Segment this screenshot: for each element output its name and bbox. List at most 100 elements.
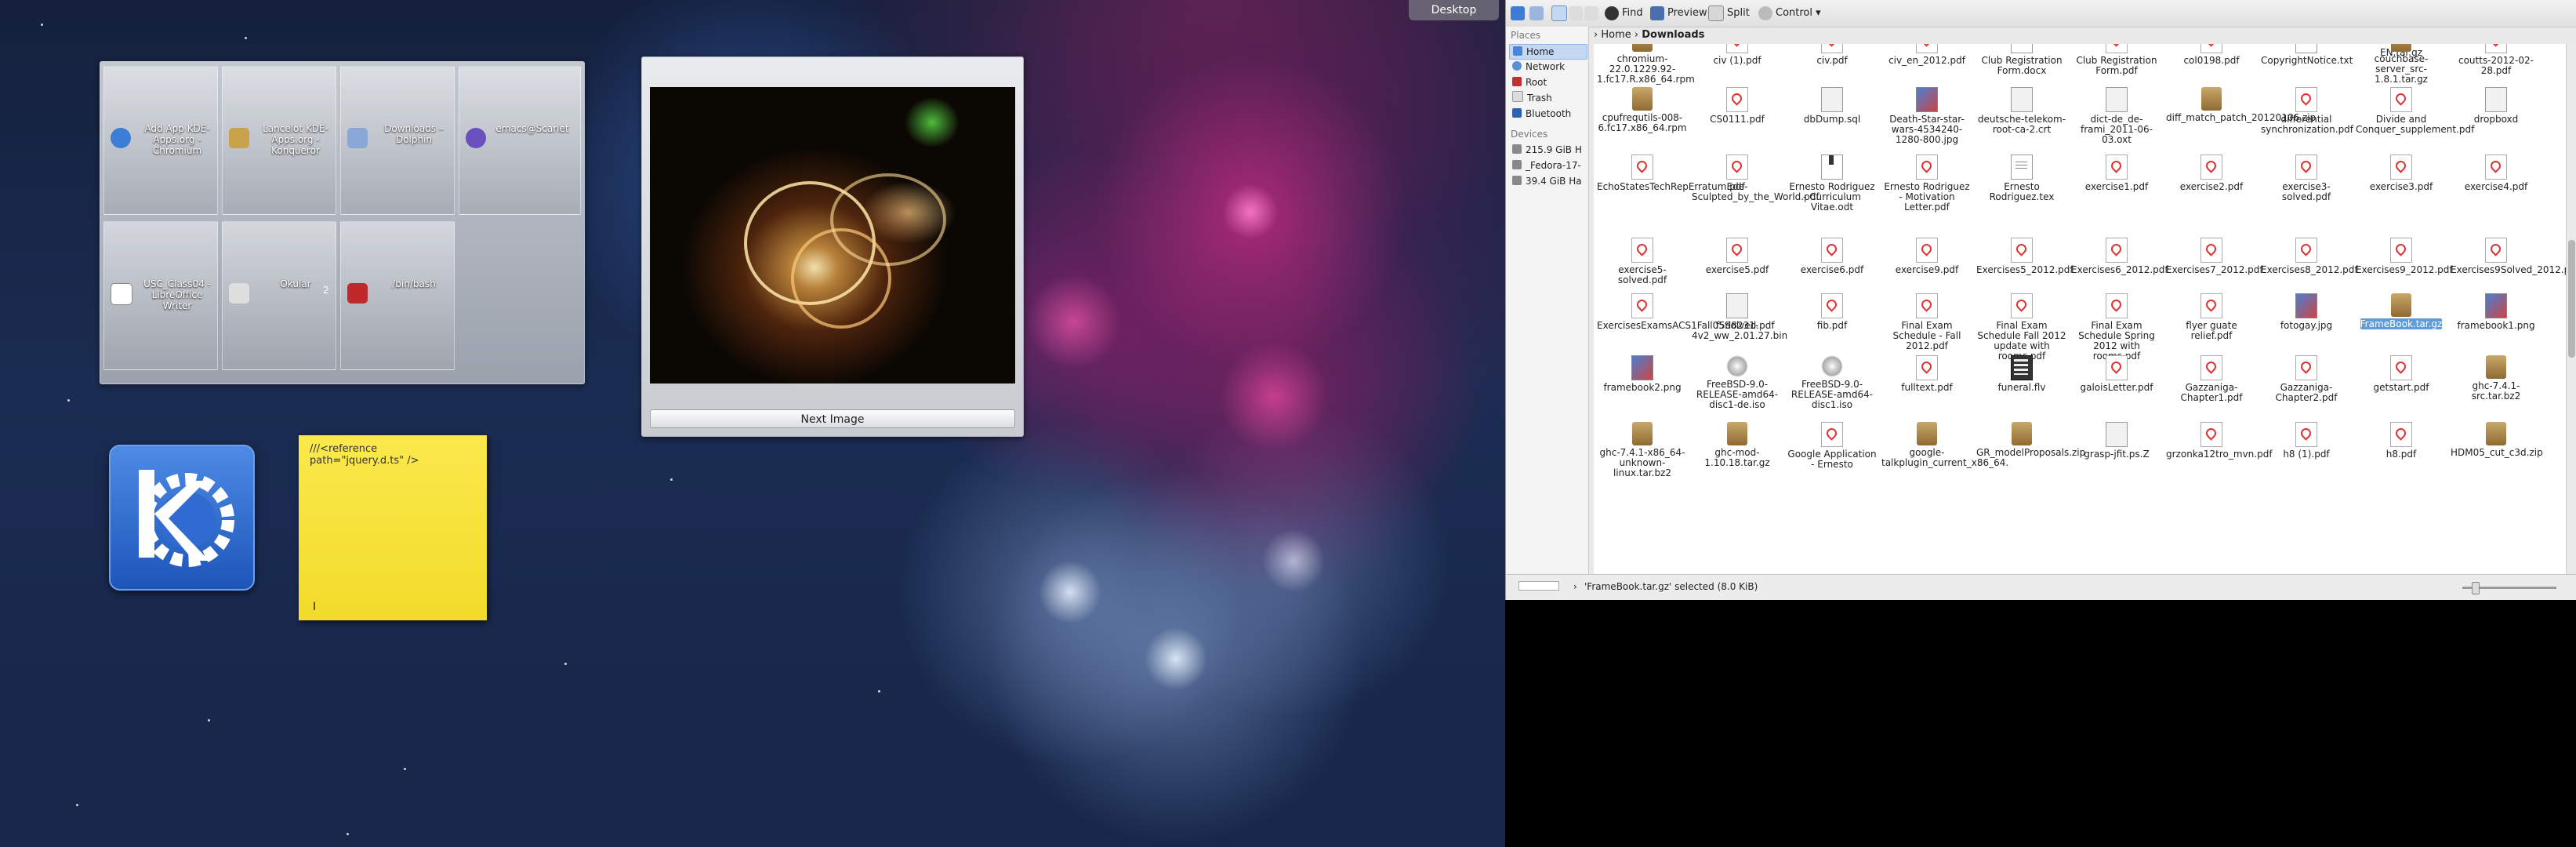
file-item[interactable]: Ernesto Rodriguez - Motivation Letter.pd… <box>1881 154 1972 213</box>
file-item[interactable]: exercise9.pdf <box>1881 238 1972 275</box>
file-item[interactable]: civ (1).pdf <box>1692 44 1783 66</box>
folder-item-emacs[interactable]: emacs@Scarlet <box>459 66 581 215</box>
file-item[interactable]: getstart.pdf <box>2356 355 2447 393</box>
file-item[interactable]: h8.pdf <box>2356 422 2447 460</box>
file-item[interactable]: GR_modelProposals.zip <box>1976 422 2085 458</box>
file-item[interactable]: FreeBSD-9.0-RELEASE-amd64-disc1-de.iso <box>1692 355 1783 410</box>
scrollbar-thumb[interactable] <box>2568 240 2575 358</box>
file-item[interactable]: framebook1.png <box>2451 293 2542 331</box>
forward-button[interactable] <box>1529 5 1547 22</box>
icons-view-button[interactable] <box>1551 5 1570 22</box>
file-item[interactable]: ghc-7.4.1-x86_64-unknown-linux.tar.bz2 <box>1597 422 1688 478</box>
file-item[interactable]: flyer guate relief.pdf <box>2166 293 2257 341</box>
file-item[interactable]: Death-Star-star-wars-4534240-1280-800.jp… <box>1881 87 1972 145</box>
file-item[interactable]: funeral.flv <box>1976 355 2067 393</box>
file-item[interactable]: dict-de_de-frami_2011-06-03.oxt <box>2071 87 2162 145</box>
file-item[interactable]: FrameBook.tar.gz <box>2356 293 2447 329</box>
device-item[interactable]: 39.4 GiB Ha <box>1509 174 1586 188</box>
folder-item-okular[interactable]: Okular 2 <box>222 221 336 370</box>
file-item[interactable]: Exercises5_2012.pdf <box>1976 238 2073 275</box>
file-item[interactable]: Gazzaniga-Chapter1.pdf <box>2166 355 2257 403</box>
file-item[interactable]: Ernesto Rodriguez.tex <box>1976 154 2067 202</box>
file-item[interactable]: Final Exam Schedule Fall 2012 update wit… <box>1976 293 2067 362</box>
file-item[interactable]: dropboxd <box>2451 87 2542 125</box>
file-item[interactable]: exercise1.pdf <box>2071 154 2162 192</box>
kde-logo[interactable] <box>109 445 255 591</box>
file-item[interactable]: CopyrightNotice.txt <box>2261 44 2353 66</box>
file-item[interactable]: exercise4.pdf <box>2451 154 2542 192</box>
file-item[interactable]: FreeBSD-9.0-RELEASE-amd64-disc1.iso <box>1787 355 1878 410</box>
file-item[interactable]: ghc-mod-1.10.18.tar.gz <box>1692 422 1783 468</box>
file-item[interactable]: HDM05_cut_c3d.zip <box>2451 422 2543 458</box>
places-item-root[interactable]: Root <box>1509 75 1586 89</box>
file-item[interactable]: ghc-7.4.1-src.tar.bz2 <box>2451 355 2542 402</box>
file-item[interactable]: couchbase-server_src-1.8.1.tar.gz <box>2356 44 2447 85</box>
breadcrumb-current[interactable]: Downloads <box>1642 29 1704 41</box>
file-item[interactable]: exercise3-solved.pdf <box>2261 154 2352 202</box>
file-item[interactable]: Exercises6_2012.pdf <box>2071 238 2168 275</box>
file-item[interactable]: Club Registration Form.pdf <box>2071 44 2162 76</box>
file-item[interactable]: CS0111.pdf <box>1692 87 1783 125</box>
file-item[interactable]: Exercises7_2012.pdf <box>2166 238 2263 275</box>
preview-button[interactable]: Preview <box>1650 5 1707 22</box>
file-item[interactable]: Google Application - Ernesto <box>1787 422 1878 470</box>
file-item[interactable]: Gazzaniga-Chapter2.pdf <box>2261 355 2352 403</box>
sticky-note-text[interactable]: ///<reference path="jquery.d.ts" /> <box>310 443 419 467</box>
zoom-slider-handle[interactable] <box>2472 582 2480 594</box>
sticky-note[interactable]: ///<reference path="jquery.d.ts" /> I <box>299 435 487 620</box>
file-item[interactable]: civ_en_2012.pdf <box>1881 44 1972 66</box>
desktop-toolbox[interactable]: Desktop <box>1409 0 1499 20</box>
file-item[interactable]: Exercises9_2012.pdf <box>2356 238 2453 275</box>
folder-item-dolphin[interactable]: Downloads – Dolphin <box>340 66 455 215</box>
control-button[interactable]: Control ▾ <box>1758 5 1821 22</box>
places-item-home[interactable]: Home <box>1509 44 1587 60</box>
compact-view-button[interactable] <box>1569 5 1586 22</box>
file-item[interactable]: google-talkplugin_current_x86_64. <box>1881 422 2008 468</box>
file-item[interactable]: Final Exam Schedule - Fall 2012.pdf <box>1881 293 1972 351</box>
split-button[interactable]: Split <box>1708 5 1750 22</box>
breadcrumb-home[interactable]: Home <box>1601 29 1631 41</box>
file-item[interactable]: deutsche-telekom-root-ca-2.crt <box>1976 87 2067 135</box>
folder-item-konqueror[interactable]: Lancelot KDE-Apps.org - Konqueror <box>222 66 336 215</box>
file-item[interactable]: Final Exam Schedule Spring 2012 with roo… <box>2071 293 2162 362</box>
file-item[interactable]: fotogay.jpg <box>2261 293 2352 331</box>
file-item[interactable]: framebook2.png <box>1597 355 1688 393</box>
file-item[interactable]: Exercises8_2012.pdf <box>2261 238 2358 275</box>
file-item[interactable]: galoisLetter.pdf <box>2071 355 2162 393</box>
file-item[interactable]: exercise2.pdf <box>2166 154 2257 192</box>
file-item[interactable]: civ.pdf <box>1787 44 1878 66</box>
file-item[interactable]: Divide and Conquer_supplement.pdf <box>2356 87 2474 135</box>
file-item[interactable]: exercise3.pdf <box>2356 154 2447 192</box>
file-item[interactable]: Club Registration Form.docx <box>1976 44 2067 76</box>
file-item[interactable]: dbDump.sql <box>1787 87 1878 125</box>
folder-item-terminal[interactable]: /bin/bash <box>340 221 455 370</box>
places-item-bluetooth[interactable]: Bluetooth <box>1509 107 1586 121</box>
back-button[interactable] <box>1511 5 1528 22</box>
file-item[interactable]: fib.pdf <box>1787 293 1878 331</box>
next-image-button[interactable]: Next Image <box>650 409 1015 428</box>
folder-item-chromium[interactable]: Add App KDE-Apps.org - Chromium <box>103 66 218 215</box>
file-item[interactable]: exercise5.pdf <box>1692 238 1783 275</box>
folder-item-writer[interactable]: USC_Class04 - LibreOffice Writer <box>103 221 218 370</box>
file-item[interactable]: diff_match_patch_20120106.zip <box>2166 87 2316 123</box>
horizontal-scrollbar[interactable] <box>1518 581 1559 591</box>
places-item-network[interactable]: Network <box>1509 60 1586 74</box>
file-item[interactable]: f5d8231-4v2_ww_2.01.27.bin <box>1692 293 1787 341</box>
file-item[interactable]: h8 (1).pdf <box>2261 422 2352 460</box>
device-item[interactable]: 215.9 GiB H <box>1509 143 1586 157</box>
details-view-button[interactable] <box>1584 5 1602 22</box>
file-item[interactable]: Exercises9Solved_2012.pdf <box>2451 238 2566 275</box>
places-item-trash[interactable]: Trash <box>1509 91 1586 105</box>
file-item[interactable]: ExercisesExamsACS1Fall05Solved.pdf <box>1597 293 1775 331</box>
file-item[interactable]: exercise5-solved.pdf <box>1597 238 1688 285</box>
file-item[interactable]: coutts-2012-02-28.pdf <box>2451 44 2542 76</box>
file-item[interactable]: Ernesto Rodriguez - Curriculum Vitae.odt <box>1787 154 1878 213</box>
file-item[interactable]: cpufrequtils-008-6.fc17.x86_64.rpm <box>1597 87 1688 133</box>
vertical-scrollbar[interactable] <box>2566 44 2576 574</box>
file-item[interactable]: differential synchronization.pdf <box>2261 87 2353 135</box>
file-item[interactable]: Ede-Sculpted_by_the_World.pdf <box>1692 154 1820 202</box>
file-item[interactable]: grzonka12tro_mvn.pdf <box>2166 422 2273 460</box>
file-item[interactable]: exercise6.pdf <box>1787 238 1878 275</box>
file-item[interactable]: fulltext.pdf <box>1881 355 1972 393</box>
file-item[interactable]: EchoStatesTechRepErratum.pdf <box>1597 154 1745 192</box>
